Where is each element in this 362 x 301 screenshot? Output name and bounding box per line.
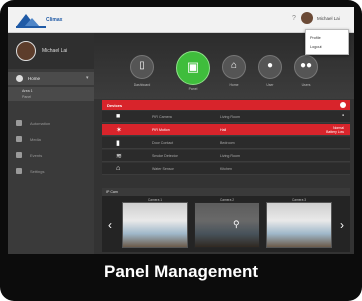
tab-label: Home (229, 83, 239, 87)
device-status: Normal Battery Low (326, 126, 344, 135)
running-man-icon: ✶ (116, 127, 122, 134)
camera-thumbnail[interactable] (122, 202, 188, 248)
chevron-right-icon[interactable]: › (340, 218, 344, 232)
camera-icon: ■ (116, 113, 121, 120)
device-location: Living Room (220, 154, 240, 158)
device-name: PIR Camera (152, 115, 172, 119)
sidebar: Michael Lai Home ▾ Area 1 Panel Automati… (8, 33, 94, 254)
climax-logo (16, 14, 46, 28)
tab-user[interactable]: ● (258, 55, 282, 79)
sidebar-item-label: Settings (30, 169, 45, 174)
device-name: Door Contact (152, 141, 174, 145)
avatar[interactable] (301, 12, 313, 24)
chevron-left-icon[interactable]: ‹ (108, 218, 112, 232)
dropdown-item-profile[interactable]: Profile (310, 36, 321, 40)
sidebar-profile: Michael Lai (8, 33, 94, 69)
sidebar-item-automation[interactable]: Automation (8, 117, 94, 129)
sidebar-item-label: Home (28, 76, 41, 81)
add-device-icon[interactable] (340, 102, 346, 108)
tab-home[interactable]: ⌂ (222, 55, 246, 79)
device-name: PIR Motion (152, 128, 170, 132)
table-row[interactable]: ✶ PIR Motion Hall Normal Battery Low (102, 124, 350, 136)
ip-cam-section: IP Cam ‹ Camera 1 Camera 2 ⚲ Camera 3 › (102, 188, 350, 252)
automation-icon (16, 120, 22, 126)
sidebar-subitem-body: Panel (22, 95, 32, 99)
device-location: Bedroom (220, 141, 235, 145)
device-location: Living Room (220, 115, 240, 119)
device-frame: Climax ? Michael Lai Profile Logout Mich… (0, 0, 362, 301)
logo-text: Climax (46, 17, 63, 23)
smoke-icon: ≋ (116, 153, 122, 160)
sidebar-item-home[interactable]: Home ▾ (8, 72, 94, 85)
device-panel-header: Devices (102, 100, 350, 110)
sidebar-subitem-area[interactable]: Area 1 Panel (8, 87, 94, 101)
tab-label: User (266, 83, 274, 87)
ip-cam-header: IP Cam (102, 188, 350, 196)
home-icon: ⌂ (116, 165, 121, 172)
events-icon (16, 152, 22, 158)
door-icon: ▯ (139, 60, 145, 71)
tab-label: Users (301, 83, 311, 87)
table-row[interactable]: ■ PIR Camera Living Room ● (102, 111, 350, 123)
device-name: Water Sensor (152, 167, 174, 171)
users-icon: ●● (299, 60, 313, 71)
camera-thumbnail[interactable] (194, 202, 260, 248)
settings-icon (16, 168, 22, 174)
panel-icon: ▣ (186, 59, 200, 74)
sidebar-item-label: Media (30, 137, 41, 142)
tab-label: Dashboard (133, 83, 151, 87)
help-icon[interactable]: ? (292, 15, 296, 22)
panel-title: Devices (107, 102, 123, 108)
shield-icon (16, 75, 23, 82)
table-row[interactable]: ≋ Smoke Detector Living Room (102, 150, 350, 162)
top-bar: Climax ? Michael Lai Profile Logout (8, 7, 354, 55)
sidebar-item-media[interactable]: Media (8, 133, 94, 145)
camera-thumbnail[interactable] (266, 202, 332, 248)
camera-action-icon[interactable]: ● (342, 113, 344, 117)
device-location: Hall (220, 128, 227, 132)
sidebar-subitem-title: Area 1 (22, 89, 33, 93)
sidebar-item-events[interactable]: Events (8, 149, 94, 161)
house-icon: ⌂ (230, 60, 238, 71)
sidebar-item-settings[interactable]: Settings (8, 165, 94, 177)
page-caption: Panel Management (104, 262, 258, 281)
topbar-user-name[interactable]: Michael Lai (317, 16, 340, 21)
main-content: ▯ Dashboard ▣ Panel ⌂ Home ● User ●● Use… (94, 33, 354, 254)
avatar[interactable] (16, 41, 36, 61)
ip-cam-title: IP Cam (106, 190, 118, 194)
user-dropdown-menu: Profile Logout (305, 29, 349, 55)
sidebar-item-label: Automation (30, 121, 51, 126)
chevron-down-icon: ▾ (86, 75, 89, 81)
door-contact-icon: ▮ (116, 140, 120, 147)
sidebar-user-name: Michael Lai (42, 48, 68, 54)
table-row[interactable]: ⌂ Water Sensor Kitchen (102, 163, 350, 175)
dropdown-item-logout[interactable]: Logout (310, 45, 322, 49)
device-name: Smoke Detector (152, 154, 178, 158)
device-location: Kitchen (220, 167, 232, 171)
app-screen: Climax ? Michael Lai Profile Logout Mich… (8, 7, 354, 254)
tab-label: Panel (188, 87, 198, 91)
media-icon (16, 136, 22, 142)
tab-panel[interactable]: ▣ (176, 51, 210, 85)
sidebar-item-label: Events (30, 153, 43, 158)
user-icon: ● (266, 60, 274, 71)
tab-users[interactable]: ●● (294, 55, 318, 79)
tab-dashboard[interactable]: ▯ (130, 55, 154, 79)
table-row[interactable]: ▮ Door Contact Bedroom (102, 137, 350, 149)
zoom-icon[interactable]: ⚲ (233, 219, 240, 230)
